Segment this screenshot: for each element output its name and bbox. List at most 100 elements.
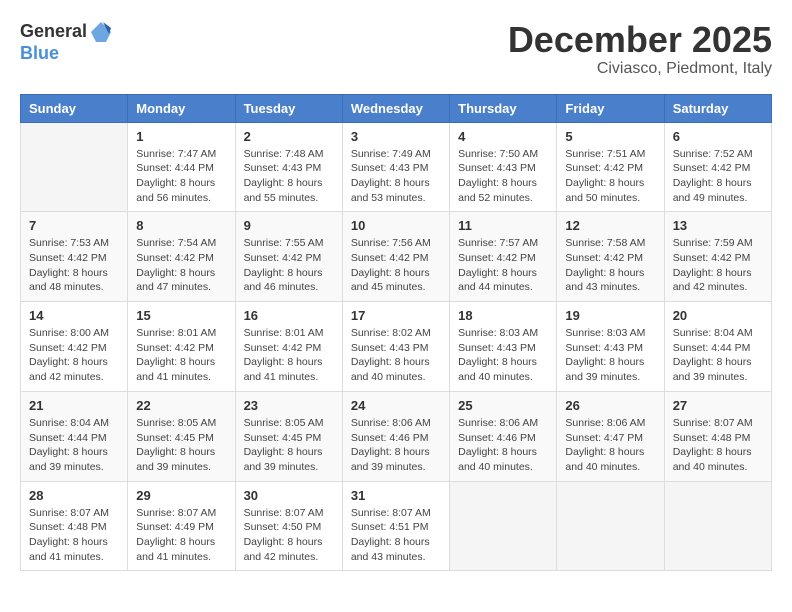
day-info: Sunrise: 7:57 AMSunset: 4:42 PMDaylight:… — [458, 236, 548, 295]
col-sunday: Sunday — [21, 94, 128, 122]
logo-blue-text: Blue — [20, 44, 59, 64]
calendar-week-3: 14 Sunrise: 8:00 AMSunset: 4:42 PMDayligh… — [21, 302, 772, 392]
day-number: 3 — [351, 129, 441, 144]
calendar-cell: 18 Sunrise: 8:03 AMSunset: 4:43 PMDayligh… — [450, 302, 557, 392]
day-info: Sunrise: 8:07 AMSunset: 4:51 PMDaylight:… — [351, 506, 441, 565]
calendar-cell: 24 Sunrise: 8:06 AMSunset: 4:46 PMDayligh… — [342, 391, 449, 481]
day-number: 4 — [458, 129, 548, 144]
day-info: Sunrise: 8:02 AMSunset: 4:43 PMDaylight:… — [351, 326, 441, 385]
day-info: Sunrise: 8:07 AMSunset: 4:49 PMDaylight:… — [136, 506, 226, 565]
col-wednesday: Wednesday — [342, 94, 449, 122]
day-number: 14 — [29, 308, 119, 323]
day-info: Sunrise: 8:07 AMSunset: 4:50 PMDaylight:… — [244, 506, 334, 565]
day-number: 20 — [673, 308, 763, 323]
calendar-cell: 9Sunrise: 7:55 AMSunset: 4:42 PMDaylight… — [235, 212, 342, 302]
day-number: 23 — [244, 398, 334, 413]
calendar-cell: 4 Sunrise: 7:50 AMSunset: 4:43 PMDaylight… — [450, 122, 557, 212]
day-info: Sunrise: 7:58 AMSunset: 4:42 PMDaylight:… — [565, 236, 655, 295]
day-info: Sunrise: 8:03 AMSunset: 4:43 PMDaylight:… — [565, 326, 655, 385]
logo: General Blue — [20, 20, 113, 64]
day-number: 28 — [29, 488, 119, 503]
calendar-cell: 26Sunrise: 8:06 AMSunset: 4:47 PMDayligh… — [557, 391, 664, 481]
page-header: General Blue December 2025 Civiasco, Pie… — [20, 20, 772, 78]
calendar-cell: 3Sunrise: 7:49 AMSunset: 4:43 PMDaylight… — [342, 122, 449, 212]
calendar-cell: 5 Sunrise: 7:51 AMSunset: 4:42 PMDaylight… — [557, 122, 664, 212]
calendar-cell: 28 Sunrise: 8:07 AMSunset: 4:48 PMDayligh… — [21, 481, 128, 571]
location: Civiasco, Piedmont, Italy — [508, 60, 772, 78]
calendar-cell: 20 Sunrise: 8:04 AMSunset: 4:44 PMDayligh… — [664, 302, 771, 392]
calendar-week-4: 21Sunrise: 8:04 AMSunset: 4:44 PMDayligh… — [21, 391, 772, 481]
calendar-cell: 23Sunrise: 8:05 AMSunset: 4:45 PMDayligh… — [235, 391, 342, 481]
calendar-cell — [557, 481, 664, 571]
day-number: 17 — [351, 308, 441, 323]
calendar-table: Sunday Monday Tuesday Wednesday Thursday… — [20, 94, 772, 572]
day-info: Sunrise: 7:53 AMSunset: 4:42 PMDaylight:… — [29, 236, 119, 295]
day-info: Sunrise: 7:50 AMSunset: 4:43 PMDaylight:… — [458, 147, 548, 206]
col-saturday: Saturday — [664, 94, 771, 122]
calendar-cell: 22 Sunrise: 8:05 AMSunset: 4:45 PMDayligh… — [128, 391, 235, 481]
day-number: 29 — [136, 488, 226, 503]
day-number: 25 — [458, 398, 548, 413]
day-info: Sunrise: 8:07 AMSunset: 4:48 PMDaylight:… — [673, 416, 763, 475]
day-number: 30 — [244, 488, 334, 503]
calendar-cell — [664, 481, 771, 571]
calendar-cell: 29 Sunrise: 8:07 AMSunset: 4:49 PMDayligh… — [128, 481, 235, 571]
day-info: Sunrise: 7:59 AMSunset: 4:42 PMDaylight:… — [673, 236, 763, 295]
calendar-week-5: 28 Sunrise: 8:07 AMSunset: 4:48 PMDayligh… — [21, 481, 772, 571]
calendar-cell: 10Sunrise: 7:56 AMSunset: 4:42 PMDayligh… — [342, 212, 449, 302]
day-number: 2 — [244, 129, 334, 144]
calendar-cell: 15 Sunrise: 8:01 AMSunset: 4:42 PMDayligh… — [128, 302, 235, 392]
day-number: 5 — [565, 129, 655, 144]
day-info: Sunrise: 7:52 AMSunset: 4:42 PMDaylight:… — [673, 147, 763, 206]
calendar-cell — [450, 481, 557, 571]
day-number: 21 — [29, 398, 119, 413]
calendar-cell: 21Sunrise: 8:04 AMSunset: 4:44 PMDayligh… — [21, 391, 128, 481]
calendar-header-row: Sunday Monday Tuesday Wednesday Thursday… — [21, 94, 772, 122]
day-number: 15 — [136, 308, 226, 323]
day-number: 19 — [565, 308, 655, 323]
day-number: 12 — [565, 218, 655, 233]
calendar-cell: 17 Sunrise: 8:02 AMSunset: 4:43 PMDayligh… — [342, 302, 449, 392]
day-info: Sunrise: 7:54 AMSunset: 4:42 PMDaylight:… — [136, 236, 226, 295]
day-info: Sunrise: 8:03 AMSunset: 4:43 PMDaylight:… — [458, 326, 548, 385]
day-info: Sunrise: 8:04 AMSunset: 4:44 PMDaylight:… — [673, 326, 763, 385]
day-info: Sunrise: 7:55 AMSunset: 4:42 PMDaylight:… — [244, 236, 334, 295]
calendar-cell: 6 Sunrise: 7:52 AMSunset: 4:42 PMDaylight… — [664, 122, 771, 212]
day-info: Sunrise: 8:05 AMSunset: 4:45 PMDaylight:… — [136, 416, 226, 475]
day-info: Sunrise: 8:01 AMSunset: 4:42 PMDaylight:… — [136, 326, 226, 385]
day-number: 31 — [351, 488, 441, 503]
calendar-cell: 8 Sunrise: 7:54 AMSunset: 4:42 PMDaylight… — [128, 212, 235, 302]
day-number: 10 — [351, 218, 441, 233]
calendar-cell: 31 Sunrise: 8:07 AMSunset: 4:51 PMDayligh… — [342, 481, 449, 571]
day-number: 26 — [565, 398, 655, 413]
day-info: Sunrise: 8:07 AMSunset: 4:48 PMDaylight:… — [29, 506, 119, 565]
calendar-cell — [21, 122, 128, 212]
calendar-cell: 14 Sunrise: 8:00 AMSunset: 4:42 PMDayligh… — [21, 302, 128, 392]
calendar-cell: 27 Sunrise: 8:07 AMSunset: 4:48 PMDayligh… — [664, 391, 771, 481]
calendar-cell: 16Sunrise: 8:01 AMSunset: 4:42 PMDayligh… — [235, 302, 342, 392]
day-info: Sunrise: 7:48 AMSunset: 4:43 PMDaylight:… — [244, 147, 334, 206]
day-number: 27 — [673, 398, 763, 413]
logo-general-text: General — [20, 22, 87, 42]
col-monday: Monday — [128, 94, 235, 122]
day-number: 24 — [351, 398, 441, 413]
col-thursday: Thursday — [450, 94, 557, 122]
day-number: 8 — [136, 218, 226, 233]
day-number: 6 — [673, 129, 763, 144]
col-friday: Friday — [557, 94, 664, 122]
day-number: 11 — [458, 218, 548, 233]
day-number: 22 — [136, 398, 226, 413]
calendar-cell: 7 Sunrise: 7:53 AMSunset: 4:42 PMDaylight… — [21, 212, 128, 302]
day-info: Sunrise: 7:51 AMSunset: 4:42 PMDaylight:… — [565, 147, 655, 206]
month-title: December 2025 — [508, 20, 772, 60]
calendar-cell: 12 Sunrise: 7:58 AMSunset: 4:42 PMDayligh… — [557, 212, 664, 302]
day-info: Sunrise: 8:06 AMSunset: 4:46 PMDaylight:… — [458, 416, 548, 475]
day-number: 7 — [29, 218, 119, 233]
day-number: 18 — [458, 308, 548, 323]
day-info: Sunrise: 8:00 AMSunset: 4:42 PMDaylight:… — [29, 326, 119, 385]
calendar-cell: 30 Sunrise: 8:07 AMSunset: 4:50 PMDayligh… — [235, 481, 342, 571]
title-block: December 2025 Civiasco, Piedmont, Italy — [508, 20, 772, 78]
day-info: Sunrise: 8:06 AMSunset: 4:46 PMDaylight:… — [351, 416, 441, 475]
calendar-cell: 25 Sunrise: 8:06 AMSunset: 4:46 PMDayligh… — [450, 391, 557, 481]
calendar-cell: 2 Sunrise: 7:48 AMSunset: 4:43 PMDaylight… — [235, 122, 342, 212]
